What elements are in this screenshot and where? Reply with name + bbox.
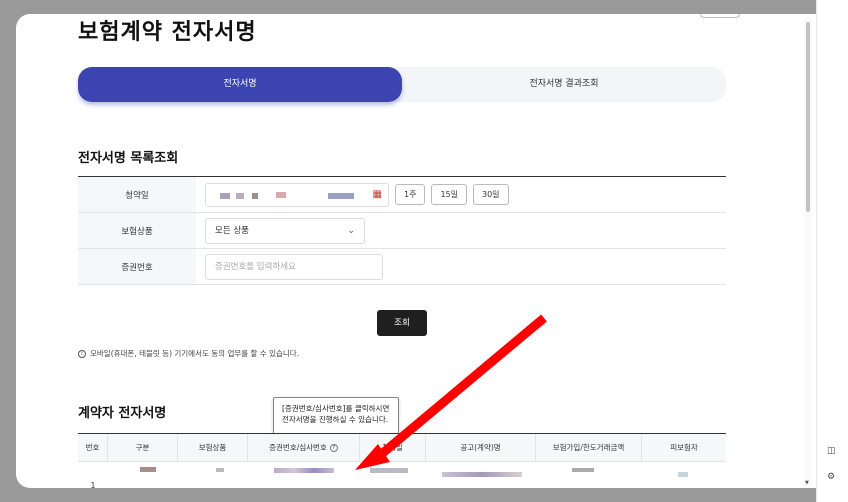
annotation-arrow	[355, 314, 547, 470]
arrow-shaft	[369, 314, 547, 466]
